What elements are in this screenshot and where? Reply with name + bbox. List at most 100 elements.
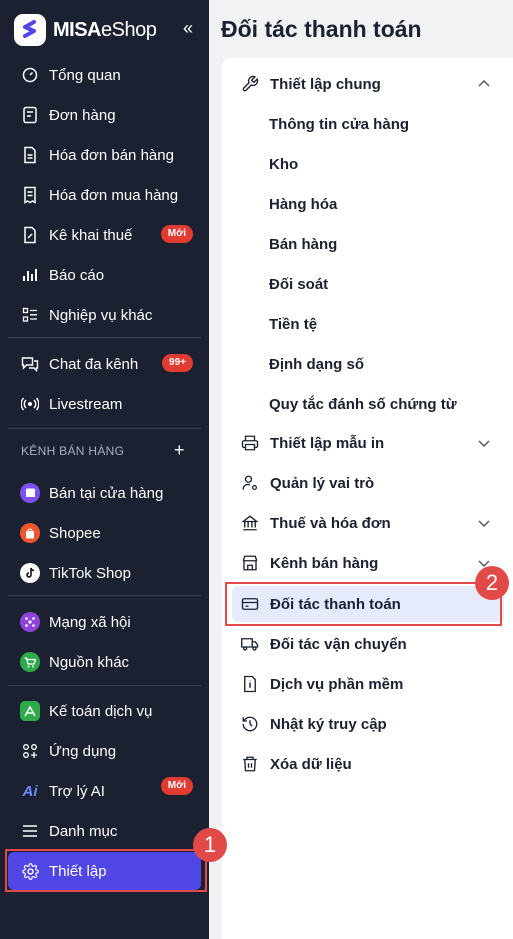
nav-label: Đơn hàng (49, 106, 116, 124)
step-2-marker: 2 (475, 566, 509, 600)
receipt-icon (20, 185, 40, 205)
brand-logo[interactable]: MISAeShop (14, 14, 157, 46)
settings-label: Xóa dữ liệu (270, 755, 352, 773)
new-badge: Mới (160, 225, 193, 243)
nav-other-operations[interactable]: Nghiệp vụ khác (8, 296, 201, 334)
accounting-icon (20, 701, 40, 721)
history-icon (240, 714, 260, 734)
nav-label: Mạng xã hội (49, 613, 131, 631)
nav-label: TikTok Shop (49, 564, 131, 582)
nav-shopee[interactable]: Shopee (8, 514, 201, 552)
nav-label: Chat đa kênh (49, 355, 139, 373)
nav-label: Hóa đơn bán hàng (49, 146, 174, 164)
nav-multichannel-chat[interactable]: Chat đa kênh 99+ (8, 345, 201, 383)
brand-name: MISAeShop (53, 18, 157, 41)
nav-label: Bán tại cửa hàng (49, 484, 164, 502)
settings-group-sales-channels[interactable]: Kênh bán hàng (232, 545, 504, 581)
nav-label: Danh mục (49, 822, 118, 840)
nav-orders[interactable]: Đơn hàng (8, 96, 201, 134)
nav-apps[interactable]: Ứng dụng (8, 732, 201, 770)
nav-reports[interactable]: Báo cáo (8, 256, 201, 294)
main-content: Đối tác thanh toán Thiết lập chung Thông… (209, 0, 513, 939)
order-icon (20, 105, 40, 125)
settings-item-number-format[interactable]: Định dạng số (269, 356, 364, 373)
settings-item-access-log[interactable]: Nhật ký truy cập (232, 706, 504, 742)
settings-item-warehouse[interactable]: Kho (269, 156, 298, 173)
bank-icon (240, 513, 260, 533)
file-info-icon (240, 674, 260, 694)
nav-tiktok-shop[interactable]: TikTok Shop (8, 554, 201, 592)
nav-accounting-service[interactable]: Kế toán dịch vụ (8, 692, 201, 730)
nav-overview[interactable]: Tổng quan (8, 56, 201, 94)
settings-item-store-info[interactable]: Thông tin cửa hàng (269, 116, 409, 133)
settings-item-role-management[interactable]: Quản lý vai trò (232, 465, 504, 501)
settings-group-tax-invoice[interactable]: Thuế và hóa đơn (232, 505, 504, 541)
highlight-payment-partners (225, 582, 502, 626)
settings-label: Kênh bán hàng (270, 554, 379, 572)
divider (8, 428, 201, 429)
settings-label: Dịch vụ phần mềm (270, 675, 404, 693)
nav-sales-invoice[interactable]: Hóa đơn bán hàng (8, 136, 201, 174)
store-icon (20, 483, 40, 503)
nav-label: Nghiệp vụ khác (49, 306, 153, 324)
nav-livestream[interactable]: Livestream (8, 385, 201, 423)
nav-label: Shopee (49, 524, 101, 542)
nav-label: Livestream (49, 395, 123, 413)
chevron-down-icon[interactable] (476, 435, 492, 451)
collapse-sidebar-icon[interactable]: « (183, 18, 193, 39)
broadcast-icon (20, 394, 40, 414)
chat-icon (20, 354, 40, 374)
settings-label: Thiết lập chung (270, 75, 381, 93)
wrench-icon (240, 74, 260, 94)
nav-in-store[interactable]: Bán tại cửa hàng (8, 474, 201, 512)
truck-icon (240, 634, 260, 654)
nav-social[interactable]: Mạng xã hội (8, 603, 201, 641)
settings-group-general[interactable]: Thiết lập chung (232, 66, 504, 102)
new-badge: Mới (160, 777, 193, 795)
nav-tax-declaration[interactable]: Kê khai thuế Mới (8, 216, 201, 254)
add-channel-icon[interactable]: + (174, 440, 185, 461)
nav-purchase-invoice[interactable]: Hóa đơn mua hàng (8, 176, 201, 214)
printer-icon (240, 433, 260, 453)
settings-item-currency[interactable]: Tiền tệ (269, 316, 317, 333)
tax-icon (20, 225, 40, 245)
menu-icon (20, 821, 40, 841)
chevron-down-icon[interactable] (476, 515, 492, 531)
nav-label: Nguồn khác (49, 653, 130, 671)
settings-menu-panel: Thiết lập chung Thông tin cửa hàng Kho H… (222, 58, 513, 939)
divider (8, 595, 201, 596)
highlight-settings (5, 849, 207, 892)
step-1-marker: 1 (193, 828, 227, 862)
settings-group-print-templates[interactable]: Thiết lập mẫu in (232, 425, 504, 461)
bar-chart-icon (20, 265, 40, 285)
settings-label: Đối tác vận chuyển (270, 635, 407, 653)
settings-item-delete-data[interactable]: Xóa dữ liệu (232, 746, 504, 782)
user-gear-icon (240, 473, 260, 493)
nav-label: Tổng quan (49, 66, 121, 84)
settings-item-document-numbering[interactable]: Quy tắc đánh số chứng từ (269, 396, 457, 413)
trash-icon (240, 754, 260, 774)
social-network-icon (20, 612, 40, 632)
settings-item-reconciliation[interactable]: Đối soát (269, 276, 328, 293)
settings-item-goods[interactable]: Hàng hóa (269, 196, 337, 213)
settings-item-sales[interactable]: Bán hàng (269, 236, 337, 253)
nav-ai-assistant[interactable]: Ai Trợ lý AI Mới (8, 772, 201, 810)
nav-label: Báo cáo (49, 266, 105, 284)
settings-item-shipping-partners[interactable]: Đối tác vận chuyển (232, 626, 504, 662)
list-icon (20, 305, 40, 325)
sidebar: MISAeShop « Tổng quan Đơn hàng Hóa đơn b… (0, 0, 209, 939)
settings-label: Thiết lập mẫu in (270, 434, 385, 452)
nav-other-sources[interactable]: Nguồn khác (8, 643, 201, 681)
settings-label: Thuế và hóa đơn (270, 514, 391, 532)
nav-label: Kê khai thuế (49, 226, 133, 244)
nav-label: Kế toán dịch vụ (49, 702, 153, 720)
chevron-up-icon[interactable] (476, 76, 492, 92)
nav-catalog[interactable]: Danh mục (8, 812, 201, 850)
sales-channels-heading: KÊNH BÁN HÀNG (21, 444, 125, 458)
divider (8, 685, 201, 686)
tiktok-icon (20, 563, 40, 583)
apps-grid-icon (20, 741, 40, 761)
cart-icon (20, 652, 40, 672)
page-title: Đối tác thanh toán (221, 16, 422, 42)
settings-item-software-services[interactable]: Dịch vụ phần mềm (232, 666, 504, 702)
